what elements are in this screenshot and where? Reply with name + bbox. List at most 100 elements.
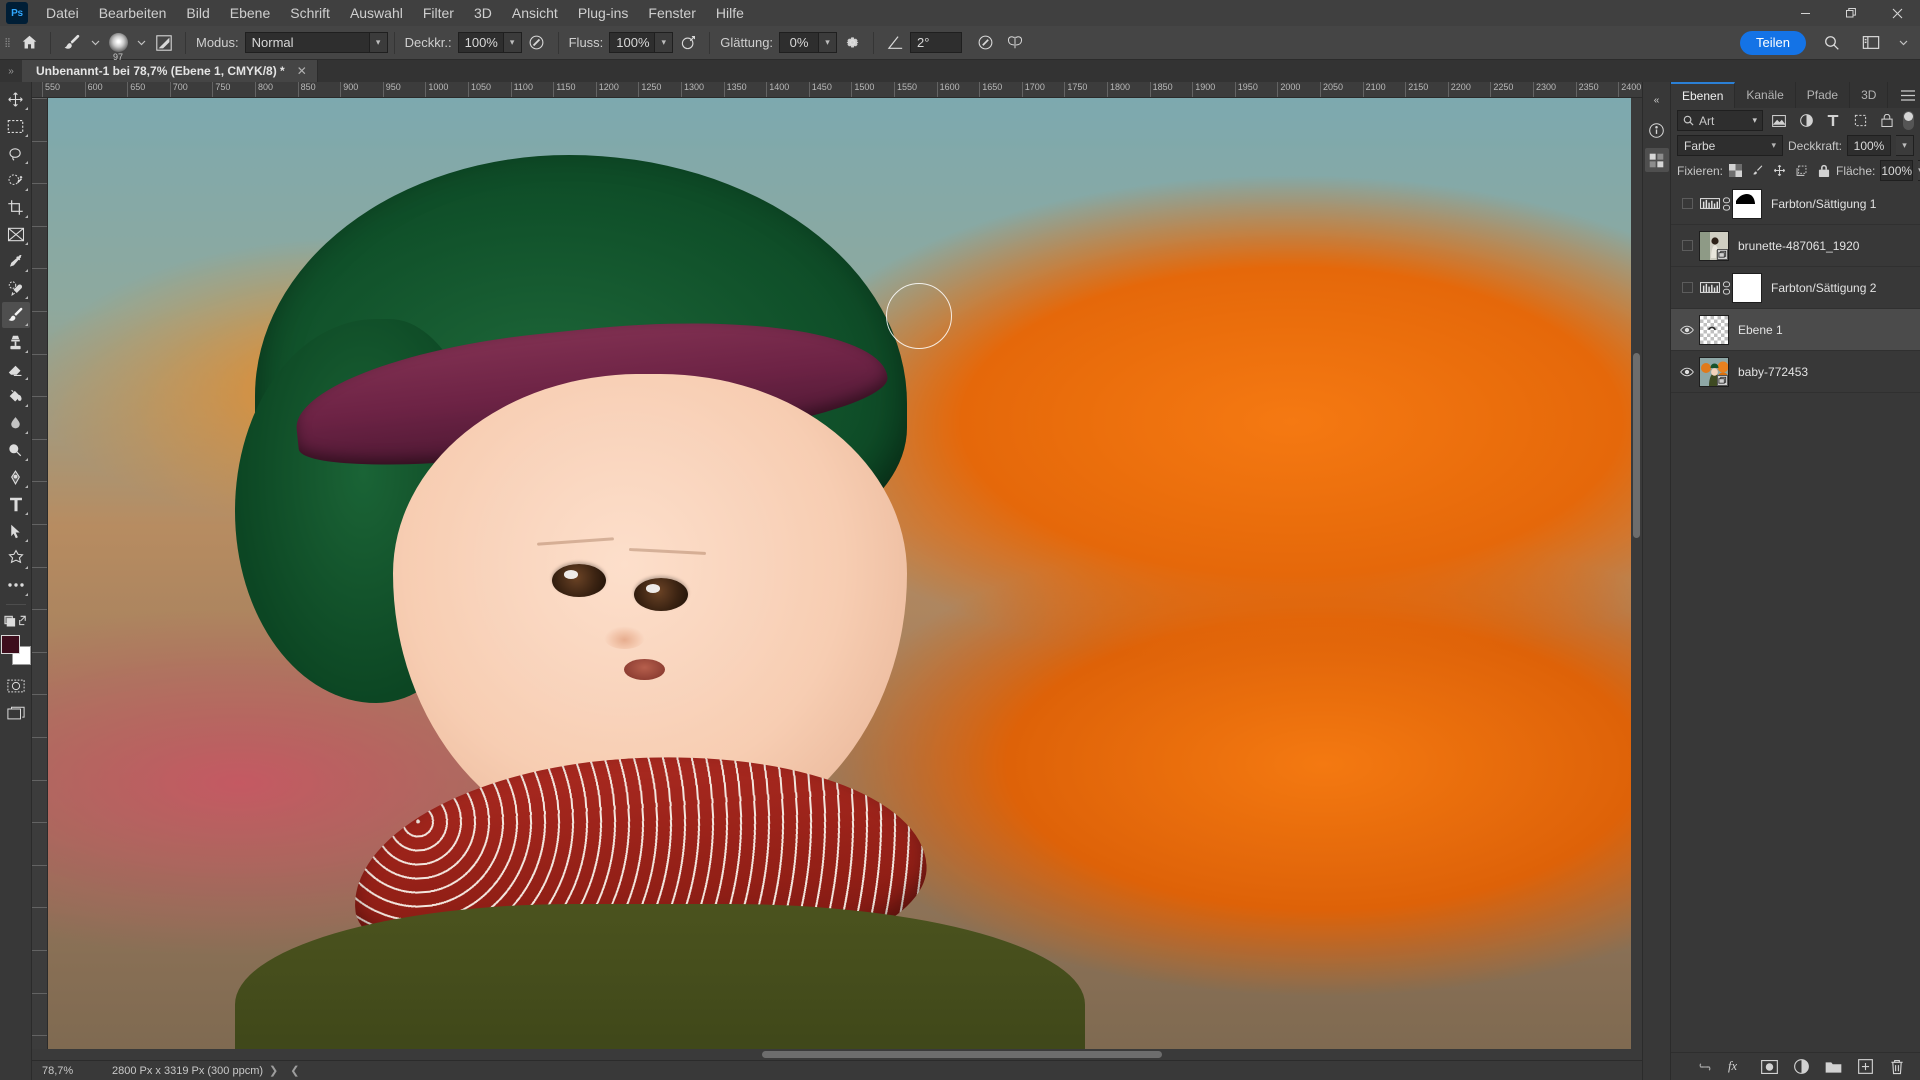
- chevron-down-icon[interactable]: ▾: [369, 32, 388, 53]
- new-layer-icon[interactable]: [1856, 1058, 1874, 1076]
- lock-artboard-icon[interactable]: [1794, 163, 1809, 179]
- chevron-down-icon[interactable]: [1896, 26, 1910, 60]
- lock-transparency-icon[interactable]: [1728, 163, 1743, 179]
- symmetry-butterfly-icon[interactable]: [1000, 26, 1030, 60]
- adjustments-panel-icon[interactable]: [1644, 148, 1669, 172]
- minimize-icon[interactable]: [1782, 0, 1828, 26]
- crop-tool[interactable]: [2, 194, 30, 220]
- shape-filter-icon[interactable]: [1849, 111, 1871, 131]
- chevron-down-icon[interactable]: ▾: [819, 32, 838, 53]
- layer-visibility-toggle[interactable]: [1675, 365, 1699, 379]
- workspace-icon[interactable]: [1856, 26, 1886, 60]
- collapse-chevrons-icon[interactable]: «: [1645, 88, 1669, 112]
- brush-settings-icon[interactable]: [149, 26, 179, 60]
- brush-tool-caret[interactable]: [87, 26, 103, 60]
- layer-mask-thumbnail[interactable]: [1732, 188, 1762, 219]
- chevron-right-icon[interactable]: ❯: [263, 1064, 284, 1077]
- rectangular-marquee-tool[interactable]: [2, 113, 30, 139]
- chevron-down-icon[interactable]: ▾: [1771, 140, 1776, 151]
- mode-combo[interactable]: Normal ▾: [244, 32, 388, 53]
- layer-list[interactable]: Farbton/Sättigung 1 brunette-487061_1920…: [1671, 183, 1920, 1052]
- smartobject-filter-icon[interactable]: [1876, 111, 1898, 131]
- opacity-value[interactable]: 100%: [457, 32, 504, 53]
- menu-schrift[interactable]: Schrift: [280, 0, 340, 26]
- shape-tool[interactable]: [2, 545, 30, 571]
- adjustment-filter-icon[interactable]: [1795, 111, 1817, 131]
- screen-mode-icon[interactable]: [2, 700, 30, 726]
- opacity-combo[interactable]: 100% ▾: [457, 32, 522, 53]
- image-filter-icon[interactable]: [1768, 111, 1790, 131]
- menu-plugins[interactable]: Plug-ins: [568, 0, 639, 26]
- layer-mask-link-icon[interactable]: [1721, 196, 1732, 211]
- table-row[interactable]: baby-772453: [1671, 351, 1920, 393]
- close-icon[interactable]: ✕: [297, 64, 307, 78]
- vertical-ruler[interactable]: [32, 98, 48, 1049]
- flow-combo[interactable]: 100% ▾: [609, 32, 674, 53]
- brush-tool-icon[interactable]: [57, 26, 87, 60]
- text-filter-icon[interactable]: [1822, 111, 1844, 131]
- path-selection-tool[interactable]: [2, 518, 30, 544]
- layer-name[interactable]: baby-772453: [1738, 365, 1808, 379]
- options-bar-grip[interactable]: ⣿: [0, 26, 14, 60]
- layer-thumbnail[interactable]: [1699, 356, 1729, 387]
- move-tool[interactable]: [2, 86, 30, 112]
- brush-preset-preview[interactable]: 97: [103, 28, 133, 62]
- layer-visibility-toggle[interactable]: [1675, 198, 1699, 209]
- smoothing-combo[interactable]: 0% ▾: [779, 32, 838, 53]
- tab-3d[interactable]: 3D: [1850, 82, 1889, 108]
- pressure-size-icon[interactable]: [970, 26, 1000, 60]
- chevron-left-icon[interactable]: ❮: [284, 1064, 305, 1077]
- blend-mode-select[interactable]: Farbe ▾: [1677, 135, 1783, 156]
- menu-ebene[interactable]: Ebene: [220, 0, 280, 26]
- more-tools[interactable]: [2, 572, 30, 598]
- foreground-color-swatch[interactable]: [0, 635, 20, 654]
- gear-icon[interactable]: [837, 26, 867, 60]
- chevron-down-icon[interactable]: ▾: [503, 32, 522, 53]
- eraser-tool[interactable]: [2, 356, 30, 382]
- expand-chevrons-icon[interactable]: »: [0, 60, 22, 82]
- lock-all-icon[interactable]: [1816, 163, 1831, 179]
- table-row[interactable]: Farbton/Sättigung 2: [1671, 267, 1920, 309]
- brush-tool[interactable]: [1, 302, 30, 328]
- pen-tool[interactable]: [2, 464, 30, 490]
- tab-pfade[interactable]: Pfade: [1796, 82, 1851, 108]
- layer-style-fx-icon[interactable]: fx: [1728, 1058, 1746, 1076]
- blur-tool[interactable]: [2, 410, 30, 436]
- table-row[interactable]: Farbton/Sättigung 1: [1671, 183, 1920, 225]
- chevron-down-icon[interactable]: ▾: [1752, 115, 1757, 126]
- document-image[interactable]: [48, 98, 1642, 1049]
- lasso-tool[interactable]: [2, 140, 30, 166]
- chevron-down-icon[interactable]: ▾: [655, 32, 674, 53]
- canvas-vertical-scrollbar[interactable]: [1631, 98, 1642, 1049]
- dodge-tool[interactable]: [2, 437, 30, 463]
- layer-name[interactable]: Ebene 1: [1738, 323, 1783, 337]
- add-mask-icon[interactable]: [1760, 1058, 1778, 1076]
- mode-value[interactable]: Normal: [244, 32, 370, 53]
- image-canvas[interactable]: [48, 98, 1642, 1049]
- new-adjustment-layer-icon[interactable]: [1792, 1058, 1810, 1076]
- layer-thumbnail[interactable]: [1699, 314, 1729, 345]
- clone-stamp-tool[interactable]: [2, 329, 30, 355]
- search-icon[interactable]: [1816, 26, 1846, 60]
- layer-visibility-toggle[interactable]: [1675, 323, 1699, 337]
- menu-filter[interactable]: Filter: [413, 0, 464, 26]
- panel-menu-icon[interactable]: [1896, 82, 1920, 108]
- menu-fenster[interactable]: Fenster: [638, 0, 705, 26]
- eyedropper-tool[interactable]: [2, 248, 30, 274]
- menu-ansicht[interactable]: Ansicht: [502, 0, 568, 26]
- layer-name[interactable]: Farbton/Sättigung 1: [1771, 197, 1876, 211]
- quick-mask-icon[interactable]: [2, 673, 30, 699]
- opacity-value[interactable]: 100%: [1847, 135, 1891, 156]
- tab-kanaele[interactable]: Kanäle: [1735, 82, 1796, 108]
- document-tab[interactable]: Unbenannt-1 bei 78,7% (Ebene 1, CMYK/8) …: [22, 60, 318, 82]
- brush-preset-caret[interactable]: [133, 26, 149, 60]
- menu-bearbeiten[interactable]: Bearbeiten: [89, 0, 177, 26]
- close-icon[interactable]: [1874, 0, 1920, 26]
- canvas-horizontal-scrollbar[interactable]: [32, 1049, 1642, 1060]
- table-row[interactable]: brunette-487061_1920: [1671, 225, 1920, 267]
- flow-value[interactable]: 100%: [609, 32, 656, 53]
- lock-position-icon[interactable]: [1772, 163, 1787, 179]
- frame-tool[interactable]: [2, 221, 30, 247]
- delete-layer-icon[interactable]: [1888, 1058, 1906, 1076]
- layer-thumbnail[interactable]: [1699, 230, 1729, 261]
